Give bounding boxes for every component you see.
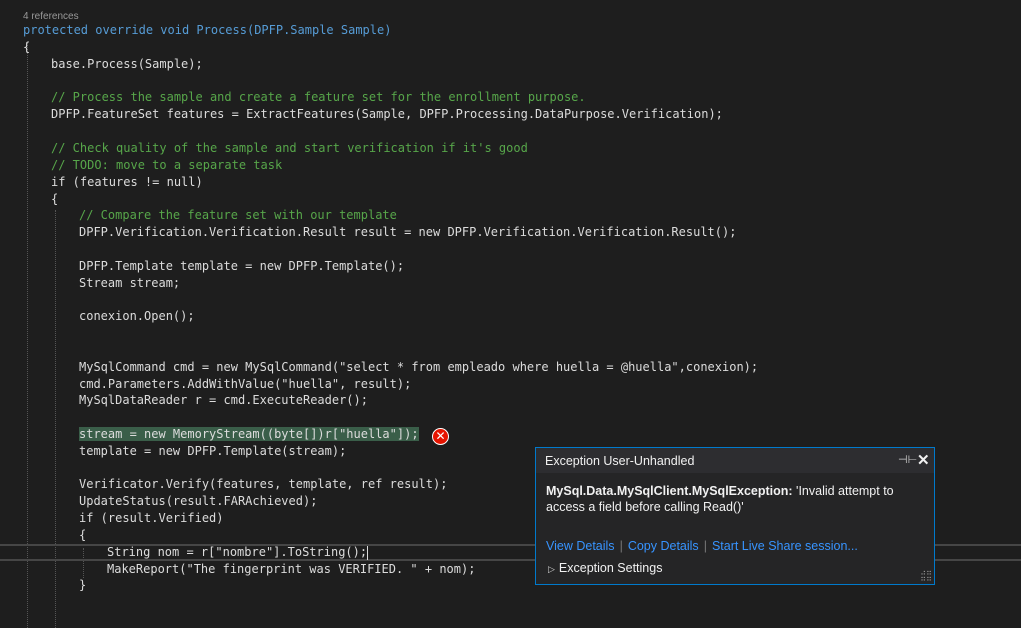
code-line-text: cmd.Parameters.AddWithValue("huella", re… bbox=[79, 377, 412, 391]
code-line[interactable]: DPFP.Verification.Verification.Result re… bbox=[79, 224, 736, 241]
code-line[interactable]: UpdateStatus(result.FARAchieved); bbox=[79, 493, 317, 510]
close-icon[interactable]: ✕ bbox=[917, 451, 930, 469]
code-line-text: { bbox=[79, 528, 87, 542]
code-line-text: Verificator.Verify(features, template, r… bbox=[79, 477, 448, 491]
code-line[interactable]: template = new DPFP.Template(stream); bbox=[79, 443, 346, 460]
code-line-text: String nom = r["nombre"].ToString(); bbox=[107, 545, 368, 559]
code-line[interactable]: // TODO: move to a separate task bbox=[51, 157, 282, 174]
code-line-text: if (result.Verified) bbox=[79, 511, 224, 525]
code-line-text: { bbox=[23, 40, 31, 54]
code-line[interactable]: MakeReport("The fingerprint was VERIFIED… bbox=[107, 561, 475, 578]
view-details-link[interactable]: View Details bbox=[546, 539, 615, 553]
code-line[interactable]: Verificator.Verify(features, template, r… bbox=[79, 476, 447, 493]
expand-triangle-icon: ▷ bbox=[548, 564, 555, 574]
exception-settings-expander[interactable]: ▷ Exception Settings bbox=[548, 561, 662, 575]
code-line[interactable]: // Process the sample and create a featu… bbox=[51, 89, 586, 106]
code-line-text: // TODO: move to a separate task bbox=[51, 158, 283, 172]
code-line[interactable]: } bbox=[79, 577, 86, 594]
code-line-text: protected override void Process(DPFP.Sam… bbox=[23, 23, 392, 37]
code-line[interactable]: cmd.Parameters.AddWithValue("huella", re… bbox=[79, 376, 411, 393]
code-line-text: base.Process(Sample); bbox=[51, 57, 203, 71]
error-icon[interactable]: ✕ bbox=[432, 428, 449, 445]
code-line-text: // Check quality of the sample and start… bbox=[51, 141, 528, 155]
code-line-text: MakeReport("The fingerprint was VERIFIED… bbox=[107, 562, 476, 576]
code-line-text: Stream stream; bbox=[79, 276, 181, 290]
exception-popup-header: Exception User-Unhandled ⊣⊢ ✕ bbox=[536, 448, 934, 473]
code-line[interactable]: if (features != null) bbox=[51, 174, 203, 191]
exception-type: MySql.Data.MySqlClient.MySqlException: bbox=[546, 484, 793, 498]
code-line-text: UpdateStatus(result.FARAchieved); bbox=[79, 494, 318, 508]
code-line-text: DPFP.Verification.Verification.Result re… bbox=[79, 225, 737, 239]
code-line[interactable]: { bbox=[79, 527, 86, 544]
code-line-text: // Compare the feature set with our temp… bbox=[79, 208, 397, 222]
code-line[interactable]: base.Process(Sample); bbox=[51, 56, 203, 73]
resize-grip-icon[interactable]: ⠴⠶ ⠶⠶ bbox=[920, 569, 932, 583]
code-line-text: conexion.Open(); bbox=[79, 309, 195, 323]
code-line[interactable]: MySqlDataReader r = cmd.ExecuteReader(); bbox=[79, 392, 368, 409]
start-live-share-link[interactable]: Start Live Share session... bbox=[712, 539, 858, 553]
code-line[interactable]: protected override void Process(DPFP.Sam… bbox=[23, 22, 391, 39]
code-line[interactable]: MySqlCommand cmd = new MySqlCommand("sel… bbox=[79, 359, 758, 376]
code-line-text: template = new DPFP.Template(stream); bbox=[79, 444, 347, 458]
codelens-references[interactable]: 4 references bbox=[23, 11, 79, 22]
copy-details-link[interactable]: Copy Details bbox=[628, 539, 699, 553]
code-line-text: DPFP.FeatureSet features = ExtractFeatur… bbox=[51, 107, 723, 121]
code-line-text: stream = new MemoryStream((byte[])r["hue… bbox=[79, 427, 419, 441]
exception-popup-title: Exception User-Unhandled bbox=[545, 454, 695, 468]
code-line[interactable]: { bbox=[51, 191, 58, 208]
code-line-text: { bbox=[51, 192, 59, 206]
exception-message: MySql.Data.MySqlClient.MySqlException: '… bbox=[546, 483, 916, 515]
code-line[interactable]: DPFP.Template template = new DPFP.Templa… bbox=[79, 258, 404, 275]
code-line[interactable]: Stream stream; bbox=[79, 275, 180, 292]
code-line-text: if (features != null) bbox=[51, 175, 203, 189]
code-line-text: MySqlDataReader r = cmd.ExecuteReader(); bbox=[79, 393, 368, 407]
link-separator: | bbox=[619, 539, 623, 553]
code-line[interactable]: if (result.Verified) bbox=[79, 510, 224, 527]
code-line-text: DPFP.Template template = new DPFP.Templa… bbox=[79, 259, 405, 273]
exception-popup: Exception User-Unhandled ⊣⊢ ✕ MySql.Data… bbox=[535, 447, 935, 585]
exception-links: View Details | Copy Details | Start Live Sha… bbox=[546, 539, 858, 553]
code-line-current-statement[interactable]: stream = new MemoryStream((byte[])r["hue… bbox=[79, 426, 419, 443]
exception-settings-label: Exception Settings bbox=[558, 561, 663, 575]
pin-icon[interactable]: ⊣⊢ bbox=[898, 453, 917, 466]
code-line-text: MySqlCommand cmd = new MySqlCommand("sel… bbox=[79, 360, 759, 374]
link-separator: | bbox=[703, 539, 707, 553]
indent-guide bbox=[27, 42, 28, 628]
code-line-text: // Process the sample and create a featu… bbox=[51, 90, 586, 104]
indent-guide bbox=[55, 210, 56, 628]
code-line[interactable]: // Compare the feature set with our temp… bbox=[79, 207, 397, 224]
text-caret bbox=[367, 545, 369, 560]
code-line-text: } bbox=[79, 578, 87, 592]
code-line[interactable]: String nom = r["nombre"].ToString(); bbox=[107, 544, 369, 561]
code-line[interactable]: // Check quality of the sample and start… bbox=[51, 140, 528, 157]
code-line[interactable]: conexion.Open(); bbox=[79, 308, 195, 325]
code-line[interactable]: { bbox=[23, 39, 30, 56]
code-line[interactable]: DPFP.FeatureSet features = ExtractFeatur… bbox=[51, 106, 723, 123]
